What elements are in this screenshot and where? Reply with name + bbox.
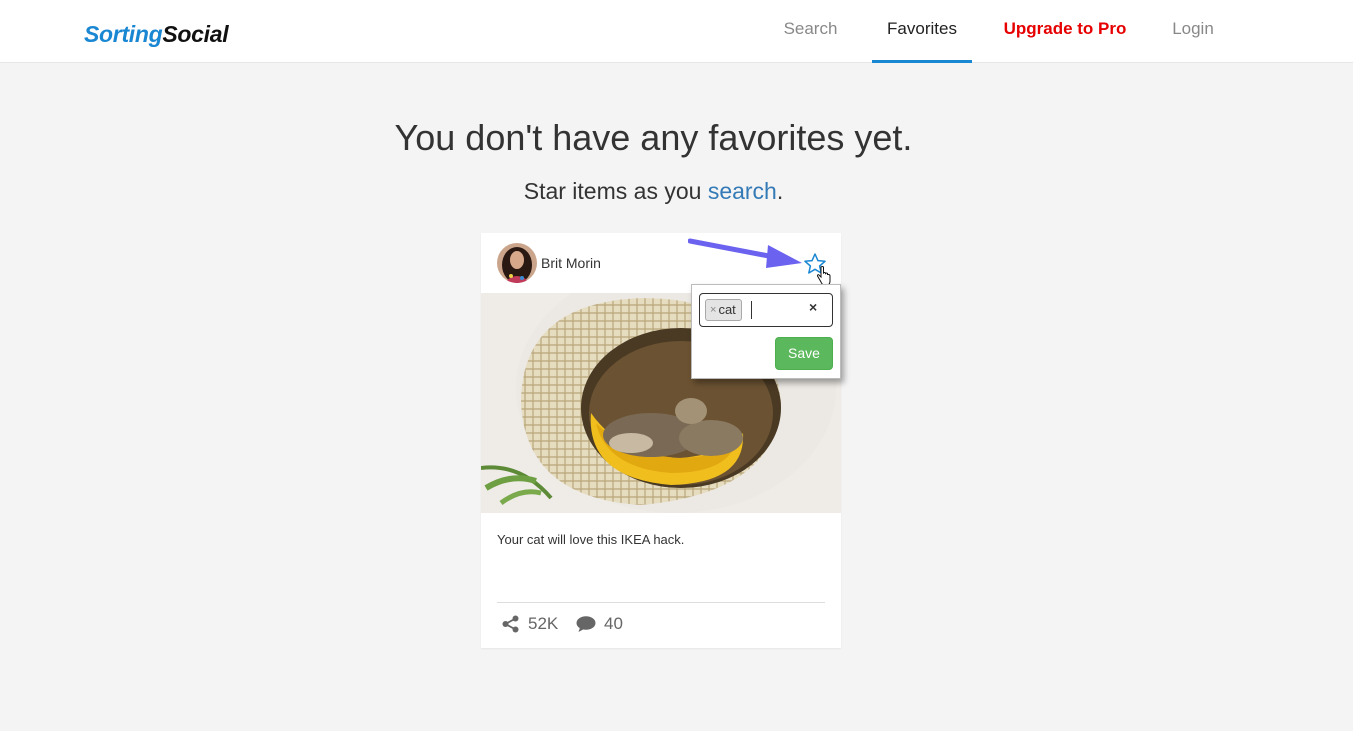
empty-favorites-subline: Star items as you search. [0,178,1307,205]
comments-count: 40 [604,614,623,633]
tag-chip-label: cat [718,302,736,317]
post-caption: Your cat will love this IKEA hack. [497,532,685,547]
share-icon [502,615,520,633]
nav-search-link[interactable]: Search [772,0,849,63]
nav-upgrade-link[interactable]: Upgrade to Pro [995,0,1135,63]
author-name[interactable]: Brit Morin [541,255,601,271]
tag-input[interactable]: × cat × [699,293,833,327]
shares-stat[interactable]: 52K [502,614,558,634]
brand-part-social: Social [162,21,229,47]
top-navbar: SortingSocial Search Favorites Upgrade t… [0,0,1353,63]
save-button[interactable]: Save [775,337,833,370]
brand-logo[interactable]: SortingSocial [84,21,229,48]
brand-part-sorting: Sorting [84,21,163,47]
card-divider [497,602,825,603]
subline-suffix: . [776,178,784,204]
shares-count: 52K [528,614,559,633]
tag-popover: × cat × Save [691,284,841,379]
tag-chip[interactable]: × cat [705,299,742,321]
tag-remove-icon[interactable]: × [710,300,716,320]
clear-tags-icon[interactable]: × [809,299,817,315]
comment-icon [576,615,596,633]
subline-prefix: Star items as you [523,178,708,204]
empty-favorites-headline: You don't have any favorites yet. [394,117,913,158]
author-avatar[interactable] [497,243,537,283]
comments-stat[interactable]: 40 [576,614,623,634]
text-caret [751,301,752,319]
nav-favorites-link[interactable]: Favorites [872,0,972,63]
nav-login-link[interactable]: Login [1160,0,1226,63]
hand-cursor-icon [816,266,831,286]
search-link[interactable]: search [708,178,777,204]
annotation-arrow-icon [687,235,808,271]
